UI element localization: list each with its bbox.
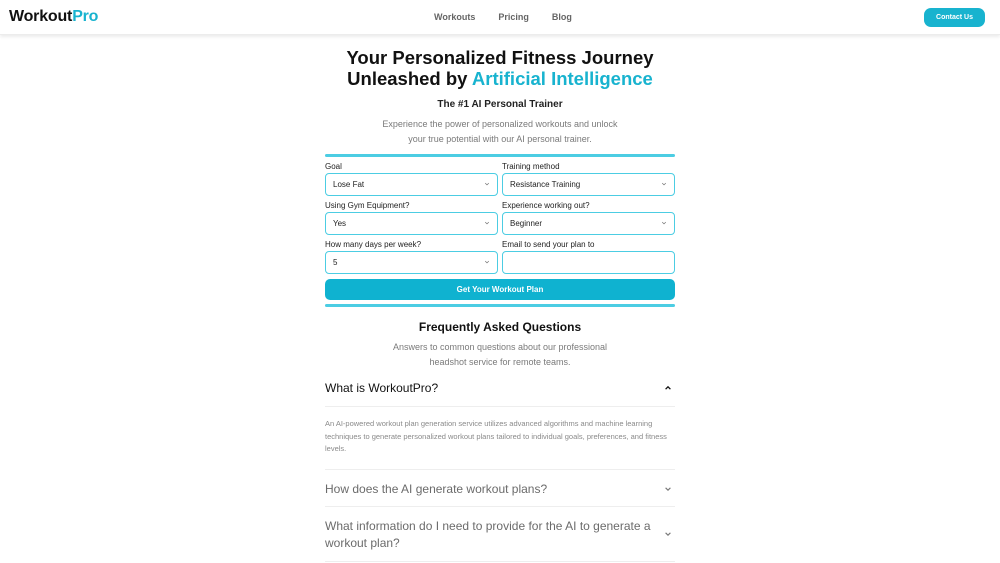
training-method-field: Training method Resistance Training <box>502 161 675 200</box>
goal-label: Goal <box>325 162 342 171</box>
chevron-down-icon <box>484 221 490 225</box>
faq-item[interactable]: What is WorkoutPro? <box>325 378 675 407</box>
chevron-down-icon <box>661 182 667 186</box>
navbar: WorkoutPro Workouts Pricing Blog Contact… <box>0 0 1000 35</box>
nav-link-workouts[interactable]: Workouts <box>434 12 475 22</box>
faq-title: Frequently Asked Questions <box>418 320 582 334</box>
chevron-down-icon <box>484 260 490 264</box>
faq-question: How does the AI generate workout plans? <box>325 482 548 496</box>
faq-question: What is WorkoutPro? <box>325 381 439 395</box>
hero: Your Personalized Fitness Journey Unleas… <box>325 47 675 147</box>
hero-description: Experience the power of personalized wor… <box>325 117 675 147</box>
logo-accent: Pro <box>72 8 99 25</box>
faq-item[interactable]: What information do I need to provide fo… <box>325 507 675 562</box>
faq-question: What information do I need to provide fo… <box>325 519 651 550</box>
goal-select[interactable]: Lose Fat <box>325 173 498 196</box>
chevron-down-icon <box>661 221 667 225</box>
chevron-down-icon <box>665 487 671 491</box>
form-bottom-divider <box>325 304 675 307</box>
faq-subtitle-line1: Answers to common questions about our pr… <box>392 342 608 352</box>
hero-title-line1: Your Personalized Fitness Journey <box>346 47 654 68</box>
hero-title-accent: Artificial Intelligence <box>471 68 653 89</box>
logo-main: Workout <box>9 8 73 25</box>
hero-description-line1: Experience the power of personalized wor… <box>382 119 618 129</box>
faq-subtitle-line2: headshot service for remote teams. <box>429 357 571 367</box>
goal-field: Goal Lose Fat <box>325 161 498 200</box>
days-per-week-select[interactable]: 5 <box>325 251 498 274</box>
training-method-value: Resistance Training <box>510 180 581 189</box>
logo[interactable]: WorkoutPro <box>9 8 98 26</box>
email-field[interactable] <box>502 251 675 274</box>
hero-subtitle: The #1 AI Personal Trainer <box>437 99 563 110</box>
gym-equipment-label: Using Gym Equipment? <box>325 201 410 210</box>
workout-form: Goal Lose Fat Training method Resistance… <box>325 161 675 278</box>
chevron-down-icon <box>665 532 671 536</box>
faq-answer: An AI-powered workout plan generation se… <box>325 419 667 453</box>
experience-label: Experience working out? <box>502 201 590 210</box>
faq-subtitle: Answers to common questions about our pr… <box>325 340 675 370</box>
email-label: Email to send your plan to <box>502 240 595 249</box>
goal-value: Lose Fat <box>333 180 365 189</box>
experience-select[interactable]: Beginner <box>502 212 675 235</box>
gym-equipment-value: Yes <box>333 219 347 228</box>
experience-value: Beginner <box>510 219 543 228</box>
get-workout-plan-button[interactable]: Get Your Workout Plan <box>325 279 675 300</box>
email-field-wrapper: Email to send your plan to <box>502 239 675 278</box>
days-per-week-field: How many days per week? 5 <box>325 239 498 278</box>
training-method-select[interactable]: Resistance Training <box>502 173 675 196</box>
hero-description-line2: your true potential with our AI personal… <box>408 134 592 144</box>
days-per-week-value: 5 <box>333 258 338 267</box>
chevron-down-icon <box>484 182 490 186</box>
faq-item[interactable]: How does the AI generate workout plans? <box>325 469 675 507</box>
training-method-label: Training method <box>502 162 560 171</box>
gym-equipment-field: Using Gym Equipment? Yes <box>325 200 498 239</box>
nav-link-blog[interactable]: Blog <box>552 12 572 22</box>
nav-link-pricing[interactable]: Pricing <box>498 12 529 22</box>
hero-title-line2: Unleashed by <box>347 68 472 89</box>
form-top-divider <box>325 154 675 157</box>
hero-title: Your Personalized Fitness Journey Unleas… <box>325 47 675 89</box>
contact-us-button[interactable]: Contact Us <box>924 8 985 27</box>
days-per-week-label: How many days per week? <box>325 240 422 249</box>
gym-equipment-select[interactable]: Yes <box>325 212 498 235</box>
faq-header: Frequently Asked Questions Answers to co… <box>325 320 675 370</box>
chevron-up-icon <box>665 385 671 390</box>
nav-links: Workouts Pricing Blog <box>434 12 572 22</box>
experience-field: Experience working out? Beginner <box>502 200 675 239</box>
